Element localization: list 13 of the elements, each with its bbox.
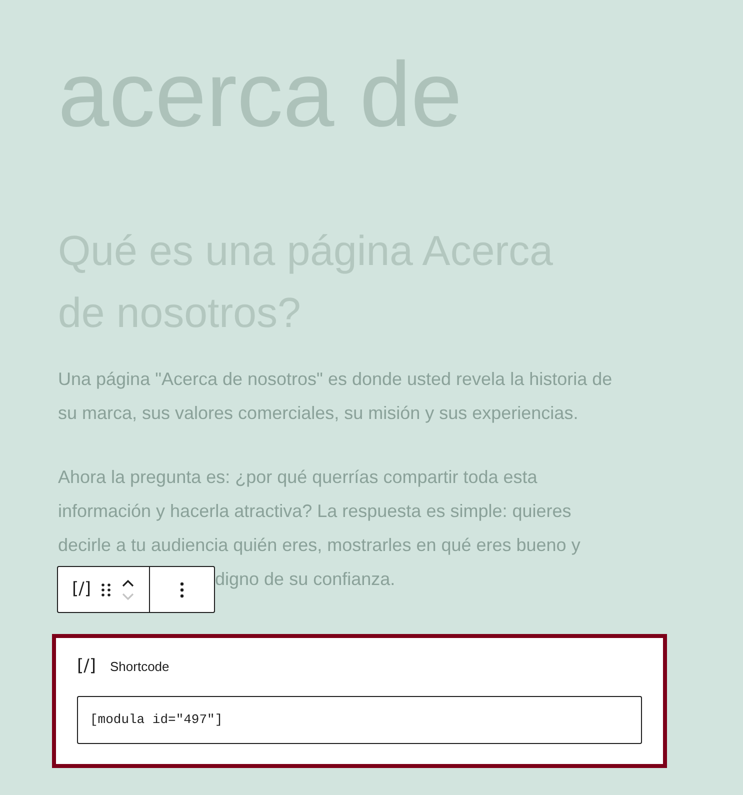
- paragraph-line: Ahora la pregunta es: ¿por qué querrías compartir toda esta: [58, 466, 538, 489]
- block-label: Shortcode: [110, 658, 170, 676]
- move-up-icon[interactable]: [121, 578, 135, 586]
- paragraph-line: decirle a tu audiencia quién eres, mostrarles en qué eres bueno y: [58, 534, 580, 557]
- paragraph-line: digno de su confianza.: [215, 568, 396, 591]
- more-options-icon[interactable]: [180, 582, 184, 598]
- paragraph-line: Una página "Acerca de nosotros" es donde usted revela la historia de: [58, 368, 612, 391]
- shortcode-block-button[interactable]: [/]: [72, 576, 91, 602]
- shortcode-input[interactable]: [modula id="497"]: [77, 696, 642, 744]
- shortcode-icon: [/]: [77, 654, 96, 680]
- paragraph-line: información y hacerla atractiva? La respuesta es simple: quieres: [58, 500, 572, 523]
- drag-handle-icon[interactable]: [101, 582, 111, 596]
- paragraph-line: su marca, sus valores comerciales, su misión y sus experiencias.: [58, 402, 578, 425]
